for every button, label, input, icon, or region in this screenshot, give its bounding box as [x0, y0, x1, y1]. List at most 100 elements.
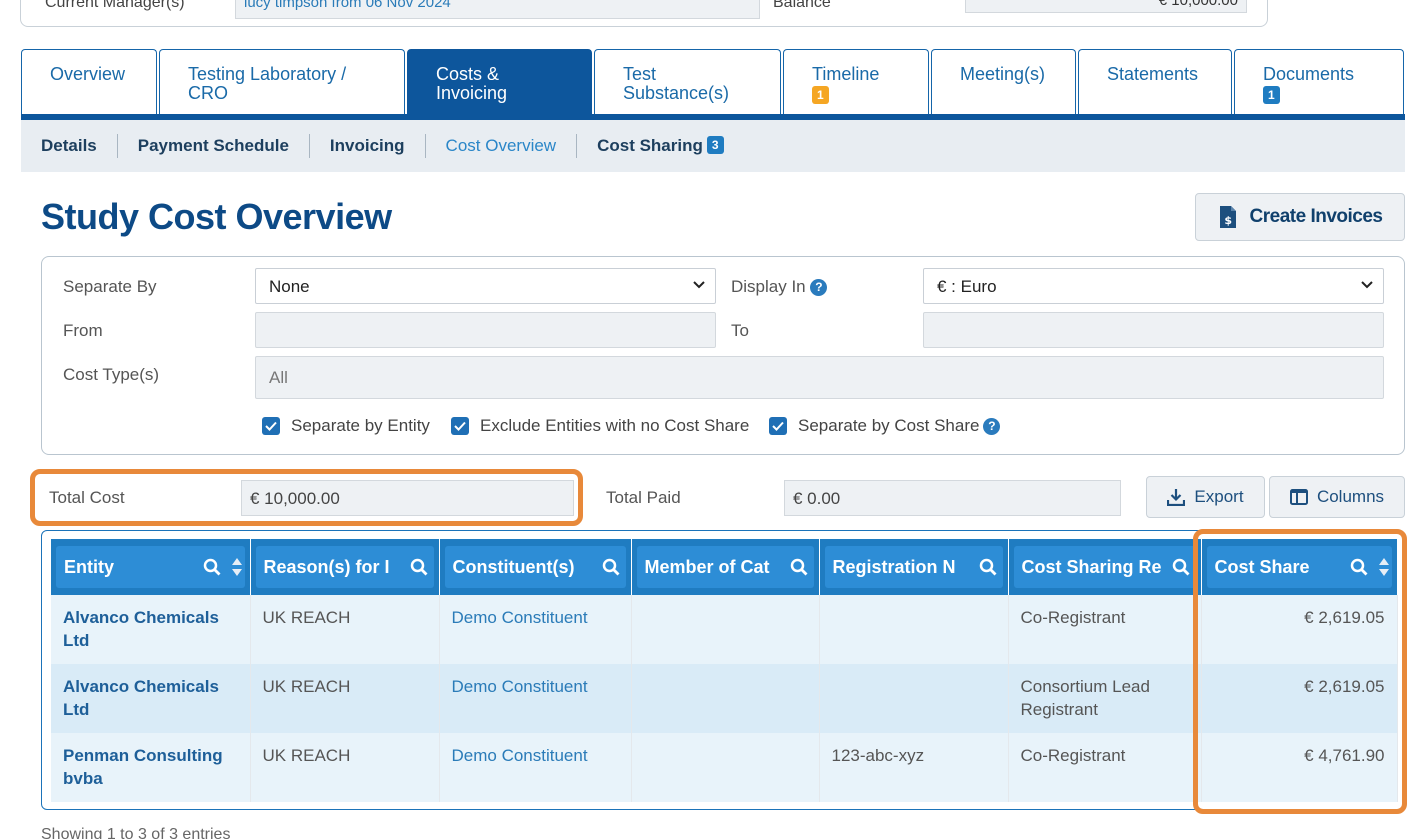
tab-label: Statements [1107, 64, 1199, 84]
cost-share-highlight [1193, 529, 1407, 814]
search-icon[interactable] [602, 558, 620, 576]
separate-by-cost-share-checkbox[interactable]: Separate by Cost Share ? [769, 416, 1001, 436]
checkbox-checked-icon [451, 417, 469, 435]
search-icon[interactable] [203, 558, 221, 576]
tab-label: Documents [1263, 64, 1355, 84]
search-icon[interactable] [790, 558, 808, 576]
display-in-value: € : Euro [937, 277, 997, 296]
from-label: From [63, 321, 103, 340]
tab-meetings[interactable]: Meeting(s) [931, 49, 1076, 115]
timeline-badge: 1 [812, 86, 829, 104]
cell-registration-number: 123-abc-xyz [819, 733, 1009, 802]
filters-panel: Separate By None Display In ? € : Euro F… [41, 256, 1405, 455]
cell-registration-number [819, 595, 1009, 664]
header-text: Constituent(s) [452, 556, 575, 577]
cost-types-value: All [269, 368, 288, 387]
tab-label: Meeting(s) [960, 64, 1046, 84]
total-paid-value: € 0.00 [784, 480, 1121, 516]
cell-member-of-category [631, 664, 820, 733]
header-text: Entity [64, 556, 115, 577]
header-cell: Member of Cat [636, 546, 814, 588]
tab-label: Timeline [812, 64, 880, 84]
cost-types-label: Cost Type(s) [63, 365, 160, 384]
balance-label: Balance [773, 0, 831, 11]
tab-statements[interactable]: Statements [1078, 49, 1232, 115]
table-info: Showing 1 to 3 of 3 entries [41, 826, 231, 839]
download-icon [1167, 489, 1186, 506]
exclude-entities-checkbox[interactable]: Exclude Entities with no Cost Share [451, 416, 749, 436]
header-cell: Cost Sharing Re [1013, 546, 1196, 588]
from-date-input[interactable] [255, 312, 716, 348]
header-text: Registration N [832, 556, 956, 577]
separate-by-entity-checkbox[interactable]: Separate by Entity [262, 416, 430, 436]
col-reasons[interactable]: Reason(s) for I [250, 539, 440, 595]
col-constituents[interactable]: Constituent(s) [439, 539, 632, 595]
tab-label: Testing Laboratory / CRO [188, 64, 347, 103]
chevron-down-icon [1361, 281, 1373, 289]
current-manager-value[interactable]: lucy timpson from 06 Nov 2024 [235, 0, 760, 19]
cell-reason: UK REACH [250, 733, 440, 802]
sort-icon[interactable] [231, 557, 243, 577]
to-date-input[interactable] [923, 312, 1384, 348]
help-icon[interactable]: ? [810, 279, 828, 296]
display-in-label: Display In ? [731, 277, 828, 297]
to-label: To [731, 321, 749, 340]
columns-label: Columns [1316, 487, 1385, 506]
documents-badge: 1 [1263, 86, 1280, 104]
tab-test-substances[interactable]: Test Substance(s) [594, 49, 781, 115]
total-paid-label: Total Paid [606, 488, 681, 507]
subnav-cost-overview[interactable]: Cost Overview [426, 134, 578, 158]
cell-cost-sharing-role: Consortium Lead Registrant [1008, 664, 1202, 733]
cell-constituent[interactable]: Demo Constituent [439, 595, 632, 664]
tab-timeline[interactable]: Timeline 1 [783, 49, 929, 115]
col-entity[interactable]: Entity [51, 539, 251, 595]
total-cost-label: Total Cost [49, 488, 125, 507]
tab-costs-invoicing[interactable]: Costs & Invoicing [407, 49, 592, 115]
search-icon[interactable] [1172, 558, 1190, 576]
chevron-down-icon [693, 281, 705, 289]
cell-entity[interactable]: Alvanco Chemicals Ltd [51, 595, 251, 664]
invoice-icon: $ [1219, 206, 1236, 228]
cell-entity[interactable]: Penman Consulting bvba [51, 733, 251, 802]
header-cell: Registration N [824, 546, 1003, 588]
separate-by-cost-share-label: Separate by Cost Share [798, 416, 980, 435]
cell-entity[interactable]: Alvanco Chemicals Ltd [51, 664, 251, 733]
cell-constituent[interactable]: Demo Constituent [439, 664, 632, 733]
cell-constituent[interactable]: Demo Constituent [439, 733, 632, 802]
columns-button[interactable]: Columns [1269, 476, 1405, 518]
header-cell: Constituent(s) [444, 546, 626, 588]
search-icon[interactable] [979, 558, 997, 576]
export-label: Export [1194, 487, 1244, 506]
balance-value: € 10,000.00 [965, 0, 1247, 13]
tab-documents[interactable]: Documents 1 [1234, 49, 1404, 115]
cell-registration-number [819, 664, 1009, 733]
display-in-text: Display In [731, 277, 806, 296]
subnav-payment-schedule[interactable]: Payment Schedule [118, 134, 310, 158]
current-manager-label: Current Manager(s) [45, 0, 185, 11]
col-member-of-category[interactable]: Member of Cat [631, 539, 820, 595]
tab-overview[interactable]: Overview [21, 49, 157, 115]
export-button[interactable]: Export [1146, 476, 1265, 518]
total-cost-value: € 10,000.00 [241, 480, 574, 516]
separate-by-select[interactable]: None [255, 268, 716, 304]
cost-types-input[interactable]: All [255, 356, 1384, 399]
subnav-cost-sharing[interactable]: Cost Sharing 3 [577, 134, 743, 158]
subnav-invoicing[interactable]: Invoicing [310, 134, 426, 158]
checkbox-checked-icon [769, 417, 787, 435]
separate-by-entity-label: Separate by Entity [291, 416, 430, 435]
main-tabs: Overview Testing Laboratory / CRO Costs … [21, 49, 1406, 115]
display-in-select[interactable]: € : Euro [923, 268, 1384, 304]
subnav-details[interactable]: Details [21, 134, 118, 158]
cell-reason: UK REACH [250, 595, 440, 664]
header-cell: Reason(s) for I [255, 546, 434, 588]
col-cost-sharing-role[interactable]: Cost Sharing Re [1008, 539, 1202, 595]
create-invoices-button[interactable]: $ Create Invoices [1195, 193, 1405, 241]
search-icon[interactable] [410, 558, 428, 576]
cell-cost-sharing-role: Co-Registrant [1008, 595, 1202, 664]
study-summary-panel: Current Manager(s) lucy timpson from 06 … [20, 0, 1268, 27]
help-icon[interactable]: ? [983, 417, 1001, 435]
page-title: Study Cost Overview [41, 196, 392, 237]
col-registration-number[interactable]: Registration N [819, 539, 1009, 595]
tab-testing-laboratory[interactable]: Testing Laboratory / CRO [159, 49, 405, 115]
svg-text:$: $ [1224, 214, 1231, 227]
